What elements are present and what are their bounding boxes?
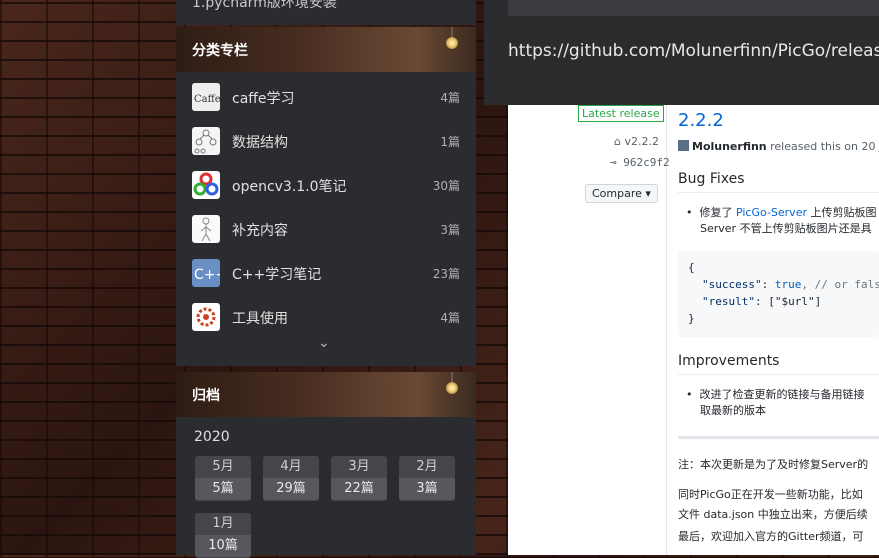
category-item-supplement[interactable]: 补充内容 3篇 bbox=[192, 215, 460, 243]
bug-fix-text-post: 上传剪贴板图 bbox=[806, 206, 877, 219]
release-url-text[interactable]: https://github.com/Molunerfinn/PicGo/rel… bbox=[508, 41, 879, 61]
code-line: "success": true, // or fals bbox=[702, 278, 879, 291]
picgo-server-link[interactable]: PicGo-Server bbox=[736, 206, 807, 219]
embedded-toolbar-strip bbox=[508, 0, 879, 16]
code-comment: , // or fals bbox=[801, 278, 879, 291]
embedded-browser-address-area: https://github.com/Molunerfinn/PicGo/rel… bbox=[484, 0, 879, 105]
code-line: "result": ["$url"] bbox=[702, 295, 821, 308]
improvements-heading: Improvements bbox=[678, 353, 780, 369]
bug-fix-text-line2: Server 不管上传剪贴板图片还是具 bbox=[700, 222, 872, 235]
code-sep: : bbox=[761, 278, 775, 291]
improvement-list-item: • 改进了检查更新的链接与备用链接 取最新的版本 bbox=[686, 388, 865, 417]
category-item-caffe[interactable]: Caffe caffe学习 4篇 bbox=[192, 83, 460, 111]
bug-fix-text-pre: 修复了 bbox=[699, 206, 736, 219]
svg-text:C++: C++ bbox=[194, 267, 220, 283]
code-rest: : ["$url"] bbox=[754, 295, 822, 308]
category-name: opencv3.1.0笔记 bbox=[232, 179, 347, 195]
archive-month-may[interactable]: 5月 5篇 bbox=[195, 456, 251, 501]
archive-panel-header: 归档 bbox=[176, 372, 476, 417]
release-note-line: 同时PicGo正在开发一些新功能，比如 bbox=[678, 488, 863, 501]
lamp-light-icon bbox=[446, 37, 458, 49]
category-panel-header: 分类专栏 bbox=[176, 27, 476, 72]
latest-release-badge: Latest release bbox=[578, 105, 664, 122]
category-name: 数据结构 bbox=[232, 135, 288, 151]
release-author-name[interactable]: Molunerfinn bbox=[692, 140, 767, 153]
previous-article-title[interactable]: 1.pycharm版环境安装 bbox=[192, 0, 337, 12]
archive-month-february[interactable]: 2月 3篇 bbox=[399, 456, 455, 501]
release-date-text: released this on 20 Ja bbox=[766, 140, 879, 153]
archive-month-count: 5篇 bbox=[195, 478, 251, 500]
archive-month-label: 2月 bbox=[416, 459, 438, 474]
archive-month-label: 4月 bbox=[280, 459, 302, 474]
category-name: 工具使用 bbox=[232, 311, 288, 327]
category-name: caffe学习 bbox=[232, 91, 295, 107]
code-key: "result" bbox=[702, 295, 755, 308]
archive-panel: 归档 2020 5月 5篇 4月 29篇 3月 22篇 2月 3篇 1月 10篇 bbox=[176, 372, 476, 558]
svg-text:Caffe: Caffe bbox=[194, 94, 220, 105]
release-tag[interactable]: ⌂ v2.2.2 bbox=[614, 135, 659, 148]
cpp-logo-icon: C++ bbox=[192, 259, 220, 287]
code-block: { "success": true, // or fals "result": … bbox=[678, 251, 879, 337]
archive-month-label: 5月 bbox=[212, 459, 234, 474]
category-name: C++学习笔记 bbox=[232, 267, 322, 283]
release-author-line: Molunerfinn released this on 20 Ja bbox=[678, 140, 879, 153]
archive-month-april[interactable]: 4月 29篇 bbox=[263, 456, 319, 501]
category-count: 4篇 bbox=[440, 91, 460, 105]
blog-sidebar: 1.pycharm版环境安装 分类专栏 Caffe caffe学习 4篇 数据结… bbox=[176, 0, 476, 558]
archive-month-march[interactable]: 3月 22篇 bbox=[331, 456, 387, 501]
category-count: 23篇 bbox=[432, 267, 460, 281]
archive-year: 2020 bbox=[194, 429, 230, 445]
category-count: 4篇 bbox=[440, 311, 460, 325]
release-note-line: 文件 data.json 中独立出来，方便后续 bbox=[678, 508, 868, 521]
archive-month-count: 29篇 bbox=[263, 478, 319, 500]
release-commit[interactable]: ⊸ 962c9f2 bbox=[610, 156, 670, 169]
code-line: { bbox=[688, 261, 695, 274]
category-panel: 分类专栏 Caffe caffe学习 4篇 数据结构 1篇 opencv3.1.… bbox=[176, 27, 476, 366]
archive-month-count: 10篇 bbox=[195, 535, 251, 557]
code-value: true bbox=[774, 278, 802, 291]
category-item-data-structures[interactable]: 数据结构 1篇 bbox=[192, 127, 460, 155]
code-line: } bbox=[688, 312, 695, 325]
category-count: 30篇 bbox=[432, 179, 460, 193]
release-note-paragraph: 同时PicGo正在开发一些新功能，比如 文件 data.json 中独立出来，方便… bbox=[678, 485, 868, 525]
improvement-text-line1: 改进了检查更新的链接与备用链接 bbox=[699, 388, 865, 401]
archive-month-count: 22篇 bbox=[331, 478, 387, 500]
bug-fixes-heading: Bug Fixes bbox=[678, 171, 745, 187]
section-separator bbox=[678, 436, 879, 439]
category-name: 补充内容 bbox=[232, 223, 288, 239]
release-column-divider bbox=[666, 105, 667, 555]
caffe-logo-icon: Caffe bbox=[192, 83, 220, 111]
sketch-figure-icon bbox=[192, 215, 220, 243]
category-count: 1篇 bbox=[440, 135, 460, 149]
category-panel-title: 分类专栏 bbox=[192, 43, 248, 59]
previous-article-stub[interactable]: 1.pycharm版环境安装 bbox=[176, 0, 476, 25]
category-item-opencv[interactable]: opencv3.1.0笔记 30篇 bbox=[192, 171, 460, 199]
heading-rule bbox=[678, 192, 879, 193]
heading-rule bbox=[678, 374, 879, 375]
release-title-link[interactable]: 2.2.2 bbox=[678, 110, 724, 131]
tools-icon bbox=[192, 303, 220, 331]
release-note-paragraph: 注：本次更新是为了及时修复Server的 bbox=[678, 458, 869, 471]
category-item-cpp[interactable]: C++ C++学习笔记 23篇 bbox=[192, 259, 460, 287]
avatar bbox=[678, 140, 689, 151]
opencv-logo-icon bbox=[192, 171, 220, 199]
archive-month-label: 1月 bbox=[212, 516, 234, 531]
archive-month-label: 3月 bbox=[348, 459, 370, 474]
release-tag-label: v2.2.2 bbox=[624, 135, 659, 148]
category-count: 3篇 bbox=[440, 223, 460, 237]
release-commit-hash: 962c9f2 bbox=[623, 156, 670, 169]
archive-month-count: 3篇 bbox=[399, 478, 455, 500]
release-note-paragraph: 最后，欢迎加入官方的Gitter频道，可 bbox=[678, 530, 864, 543]
category-item-tools[interactable]: 工具使用 4篇 bbox=[192, 303, 460, 331]
archive-month-january[interactable]: 1月 10篇 bbox=[195, 513, 251, 558]
archive-panel-title: 归档 bbox=[192, 388, 220, 404]
improvement-text-line2: 取最新的版本 bbox=[700, 404, 766, 417]
lamp-light-icon bbox=[446, 382, 458, 394]
bug-fix-list-item: • 修复了 PicGo-Server 上传剪贴板图 Server 不管上传剪贴板… bbox=[686, 206, 877, 235]
github-release-panel: Latest release ⌂ v2.2.2 ⊸ 962c9f2 Compar… bbox=[508, 105, 879, 555]
tree-diagram-icon bbox=[192, 127, 220, 155]
compare-button[interactable]: Compare ▾ bbox=[585, 184, 658, 203]
code-key: "success" bbox=[702, 278, 762, 291]
chevron-down-icon[interactable]: ⌄ bbox=[318, 335, 330, 351]
